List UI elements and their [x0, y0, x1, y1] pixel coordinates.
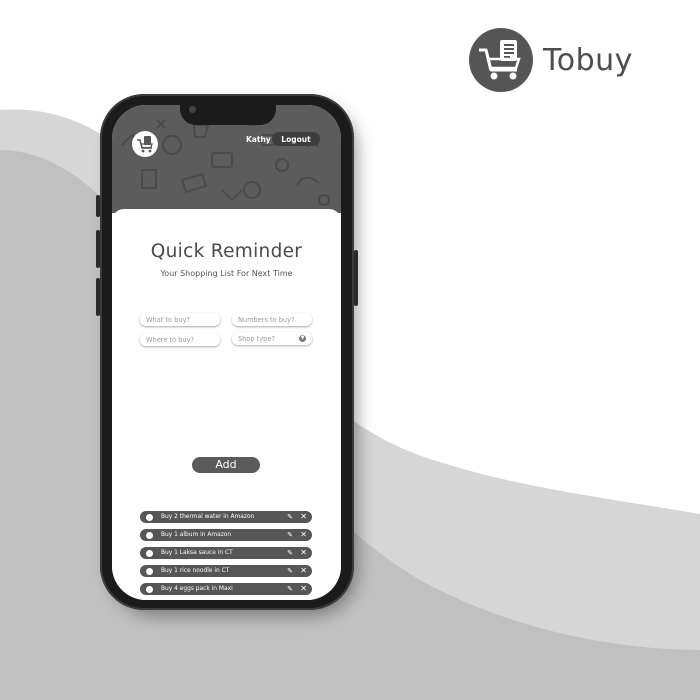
user-name: Kathy [246, 135, 271, 144]
close-icon[interactable]: ✕ [300, 547, 307, 559]
what-to-buy-placeholder: What to buy? [146, 315, 190, 324]
list-item[interactable]: Buy 1 album in Amazon ✎ ✕ [140, 529, 312, 541]
pencil-icon[interactable]: ✎ [287, 511, 293, 523]
numbers-to-buy-input[interactable]: Numbers to buy? [232, 313, 312, 326]
pencil-icon[interactable]: ✎ [287, 583, 293, 595]
cart-icon[interactable] [132, 131, 158, 157]
list-item[interactable]: Buy 1 rice noodle in CT ✎ ✕ [140, 565, 312, 577]
close-icon[interactable]: ✕ [300, 511, 307, 523]
camera-icon [189, 106, 196, 113]
pencil-icon[interactable]: ✎ [287, 565, 293, 577]
where-to-buy-input[interactable]: Where to buy? [140, 333, 220, 346]
page-title: Quick Reminder [150, 241, 303, 262]
radio-button[interactable] [146, 549, 153, 557]
radio-button[interactable] [146, 585, 153, 593]
logout-button[interactable]: Logout [272, 132, 320, 146]
list-item-label: Buy 2 thermal water in Amazon [161, 514, 255, 520]
brand: Tobuy [469, 28, 633, 92]
numbers-to-buy-placeholder: Numbers to buy? [238, 315, 295, 324]
list-item-label: Buy 1 Laksa sauce in CT [161, 550, 233, 556]
page-subtitle: Your Shopping List For Next Time [160, 269, 293, 278]
phone-button-left-3 [96, 278, 100, 316]
pencil-icon[interactable]: ✎ [287, 547, 293, 559]
phone-button-right [354, 250, 358, 306]
list-item-label: Buy 4 eggs pack in Maxi [161, 586, 233, 592]
phone-screen: Kathy Logout Quick Reminder Your Shoppin… [112, 105, 341, 600]
list-item[interactable]: Buy 4 eggs pack in Maxi ✎ ✕ [140, 583, 312, 595]
shop-type-placeholder: Shop type? [238, 334, 275, 343]
shopping-list: Buy 2 thermal water in Amazon ✎ ✕ Buy 1 alb… [140, 511, 312, 600]
close-icon[interactable]: ✕ [300, 529, 307, 541]
phone-button-left-2 [96, 230, 100, 268]
list-item-label: Buy 1 rice noodle in CT [161, 568, 230, 574]
brand-name: Tobuy [543, 42, 633, 78]
pencil-icon[interactable]: ✎ [287, 529, 293, 541]
main-card: Quick Reminder Your Shopping List For Ne… [112, 209, 341, 600]
where-to-buy-placeholder: Where to buy? [146, 335, 194, 344]
close-icon[interactable]: ✕ [300, 565, 307, 577]
cart-list-icon [469, 28, 533, 92]
what-to-buy-input[interactable]: What to buy? [140, 313, 220, 326]
list-item[interactable]: Buy 2 thermal water in Amazon ✎ ✕ [140, 511, 312, 523]
list-item-label: Buy 1 album in Amazon [161, 532, 232, 538]
phone-button-left-1 [96, 195, 100, 217]
add-button[interactable]: Add [192, 457, 260, 473]
close-icon[interactable]: ✕ [300, 583, 307, 595]
radio-button[interactable] [146, 567, 153, 575]
chevron-down-icon[interactable]: ▼ [299, 335, 306, 342]
radio-button[interactable] [146, 513, 153, 521]
list-item[interactable]: Buy 1 Laksa sauce in CT ✎ ✕ [140, 547, 312, 559]
radio-button[interactable] [146, 531, 153, 539]
shop-type-select[interactable]: Shop type? ▼ [232, 332, 312, 345]
